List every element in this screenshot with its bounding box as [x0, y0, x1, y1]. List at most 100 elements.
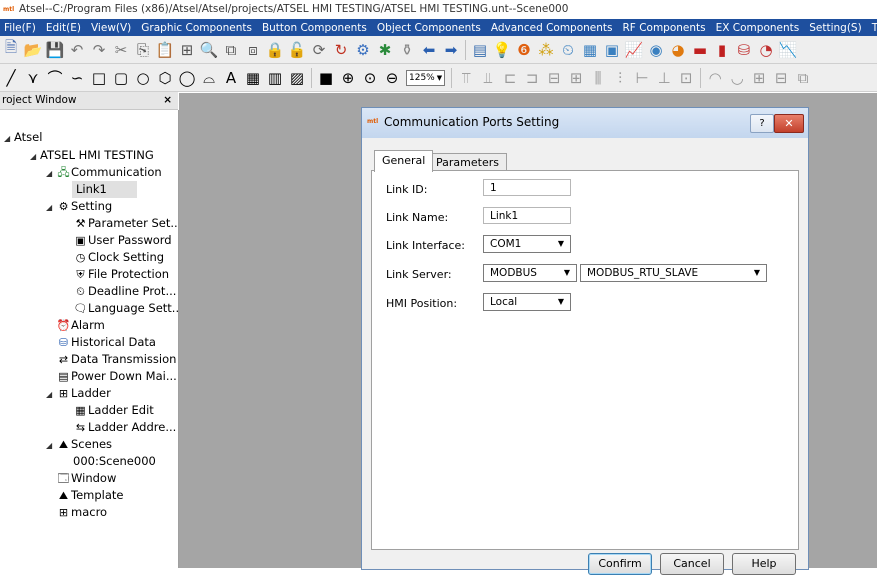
- picture-tool-icon[interactable]: ▨: [287, 68, 307, 88]
- align-right-icon[interactable]: ⊐: [522, 68, 542, 88]
- zoom-minus-icon[interactable]: ⊖: [382, 68, 402, 88]
- same-height-icon[interactable]: ⊥: [654, 68, 674, 88]
- pie-chart-icon[interactable]: ◕: [668, 40, 688, 60]
- tree-item-scenes[interactable]: ◢ ⛰ Scenes: [46, 436, 112, 453]
- tree-item-alarm[interactable]: ⏰Alarm: [56, 317, 105, 334]
- curve-chart-icon[interactable]: 📉: [778, 40, 798, 60]
- settings-gear-icon[interactable]: ✱: [375, 40, 395, 60]
- ellipse-tool-icon[interactable]: ○: [133, 68, 153, 88]
- tree-item-file-protection[interactable]: ⛨ File Protection: [73, 266, 169, 283]
- menu-edit[interactable]: Edit(E): [42, 22, 87, 34]
- tree-item-macro[interactable]: ⊞ macro: [56, 504, 107, 521]
- tree-item-setting[interactable]: ◢ ⚙ Setting: [46, 198, 112, 215]
- layer-up-icon[interactable]: ⊞: [749, 68, 769, 88]
- tree-item-ladder-address[interactable]: ⇆ Ladder Addre...: [73, 419, 176, 436]
- table-tool-icon[interactable]: ▦: [243, 68, 263, 88]
- number-display-icon[interactable]: ❻: [514, 40, 534, 60]
- menu-graphic-components[interactable]: Graphic Components: [137, 22, 258, 34]
- curve-tool-icon[interactable]: ∽: [67, 68, 87, 88]
- align-center-icon[interactable]: ⊟: [544, 68, 564, 88]
- zoom-plus-icon[interactable]: ⊕: [338, 68, 358, 88]
- expand-icon[interactable]: ◢: [4, 130, 14, 147]
- tree-item-template[interactable]: ⛰ Template: [56, 487, 124, 504]
- copy-icon[interactable]: ⎘: [133, 40, 153, 60]
- tree-item-historical-data[interactable]: ⛁ Historical Data: [56, 334, 156, 351]
- arrow-left-icon[interactable]: ⬅: [419, 40, 439, 60]
- menu-button-components[interactable]: Button Components: [258, 22, 373, 34]
- menu-setting[interactable]: Setting(S): [805, 22, 867, 34]
- tree-item-data-transmission[interactable]: ⇄ Data Transmission: [56, 351, 177, 368]
- expand-icon[interactable]: ◢: [46, 386, 56, 403]
- tree-item-power-down-maintain[interactable]: ▤ Power Down Mai...: [56, 368, 177, 385]
- sector-tool-icon[interactable]: ◯: [177, 68, 197, 88]
- layer-icon[interactable]: ⧉: [793, 68, 813, 88]
- link-id-field[interactable]: 1: [483, 179, 571, 196]
- compile-icon[interactable]: ⚙: [353, 40, 373, 60]
- expand-icon[interactable]: ◢: [46, 165, 56, 182]
- help-button[interactable]: Help: [732, 553, 796, 575]
- text-tool-icon[interactable]: A: [221, 68, 241, 88]
- rectangle-tool-icon[interactable]: □: [89, 68, 109, 88]
- refresh-icon[interactable]: ↻: [331, 40, 351, 60]
- tree-item-project[interactable]: ◢ ATSEL HMI TESTING: [30, 147, 154, 164]
- expand-icon[interactable]: ◢: [46, 437, 56, 454]
- align-bottom-icon[interactable]: ⫫: [478, 68, 498, 88]
- dialog-title-bar[interactable]: mtl Communication Ports Setting ? ✕: [362, 108, 808, 138]
- open-folder-icon[interactable]: 📂: [23, 40, 43, 60]
- screen-icon[interactable]: ▤: [470, 40, 490, 60]
- tree-item-atsel[interactable]: ◢ Atsel: [4, 129, 42, 146]
- undo-icon[interactable]: ↶: [67, 40, 87, 60]
- tree-item-parameter-set[interactable]: ⚒ Parameter Set...: [73, 215, 178, 232]
- bar-graph-icon[interactable]: ▮: [712, 40, 732, 60]
- distribute-horizontal-icon[interactable]: ⫼: [588, 68, 608, 88]
- confirm-button[interactable]: Confirm: [588, 553, 652, 575]
- table-icon[interactable]: ▦: [580, 40, 600, 60]
- tree-item-deadline-protection[interactable]: ⏲ Deadline Prot...: [73, 283, 176, 300]
- link-name-field[interactable]: Link1: [483, 207, 571, 224]
- menu-rf-components[interactable]: RF Components: [619, 22, 712, 34]
- tree-item-scene000[interactable]: 000:Scene000: [73, 453, 156, 470]
- arc-tool-icon[interactable]: ⌒: [45, 68, 65, 88]
- line-tool-icon[interactable]: ╱: [1, 68, 21, 88]
- tree-item-ladder-edit[interactable]: ▦ Ladder Edit: [73, 402, 154, 419]
- tab-parameters[interactable]: Parameters: [428, 153, 507, 171]
- binary-icon[interactable]: ⁂: [536, 40, 556, 60]
- tree-item-user-password[interactable]: ▣ User Password: [73, 232, 171, 249]
- pipe-icon[interactable]: ▬: [690, 40, 710, 60]
- same-width-icon[interactable]: ⊢: [632, 68, 652, 88]
- tank-icon[interactable]: ⛁: [734, 40, 754, 60]
- tree-item-ladder[interactable]: ◢ ⊞ Ladder: [46, 385, 111, 402]
- distribute-vertical-icon[interactable]: ⫶: [610, 68, 630, 88]
- lock-icon[interactable]: 🔒: [265, 40, 285, 60]
- expand-icon[interactable]: ◢: [46, 199, 56, 216]
- align-middle-icon[interactable]: ⊞: [566, 68, 586, 88]
- new-file-icon[interactable]: 🗎: [1, 38, 21, 60]
- redo-icon[interactable]: ↷: [89, 40, 109, 60]
- tree-item-language-setting[interactable]: 🗨Language Sett...: [73, 300, 178, 317]
- link-interface-select[interactable]: COM1 ▼: [483, 235, 571, 253]
- align-top-icon[interactable]: ⫪: [456, 68, 476, 88]
- expand-icon[interactable]: ◢: [30, 148, 40, 165]
- zoom-in-icon[interactable]: 🔍: [199, 40, 219, 60]
- cut-icon[interactable]: ✂: [111, 40, 131, 60]
- tree-item-window[interactable]: 🗔 Window: [56, 470, 117, 487]
- polyline-tool-icon[interactable]: ⋎: [23, 68, 43, 88]
- align-left-icon[interactable]: ⊏: [500, 68, 520, 88]
- menu-file[interactable]: File(F): [0, 22, 42, 34]
- alarm-display-icon[interactable]: ◉: [646, 40, 666, 60]
- close-icon[interactable]: ×: [163, 92, 172, 109]
- message-board-icon[interactable]: ▣: [602, 40, 622, 60]
- scale-tool-icon[interactable]: ▥: [265, 68, 285, 88]
- link-server-select[interactable]: MODBUS ▼: [483, 264, 577, 282]
- arrow-right-icon[interactable]: ➡: [441, 40, 461, 60]
- arc-shape-icon[interactable]: ◠: [705, 68, 725, 88]
- rotate-icon[interactable]: ⟳: [309, 40, 329, 60]
- group-icon[interactable]: ⧉: [221, 40, 241, 60]
- unlock-icon[interactable]: 🔓: [287, 40, 307, 60]
- meter-icon[interactable]: ◔: [756, 40, 776, 60]
- bottle-icon[interactable]: ⚱: [397, 40, 417, 60]
- grid-icon[interactable]: ⊞: [177, 40, 197, 60]
- menu-tool[interactable]: Tool(T): [868, 22, 877, 34]
- layer-down-icon[interactable]: ⊟: [771, 68, 791, 88]
- bulb-icon[interactable]: 💡: [492, 40, 512, 60]
